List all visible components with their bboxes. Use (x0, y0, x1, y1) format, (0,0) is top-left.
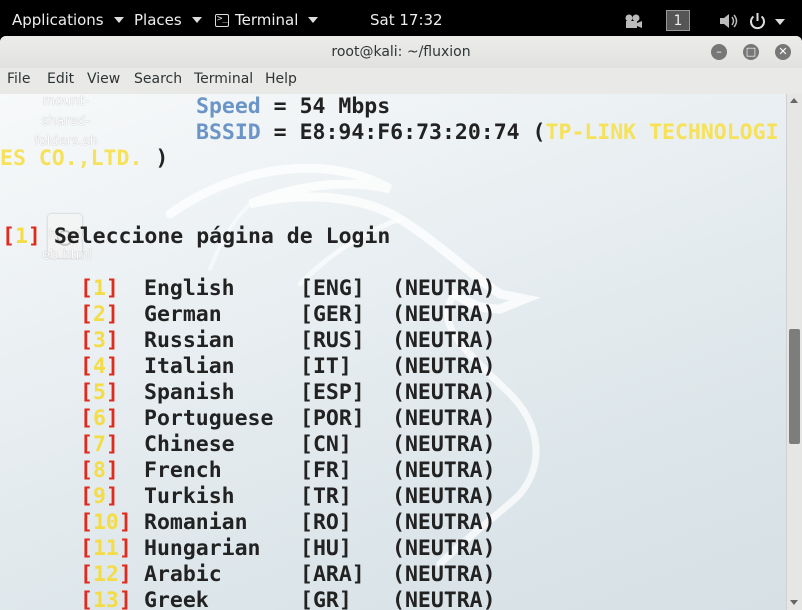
terminal-window: root@kali: ~/fluxion – □ ✕ File Edit Vie… (0, 36, 802, 610)
system-menu-chevron-icon[interactable] (775, 19, 785, 25)
chevron-down-icon (308, 17, 319, 23)
minimize-button[interactable]: – (711, 44, 727, 60)
workspace-indicator[interactable]: 1 (666, 10, 690, 31)
bssid-line: BSSID = E8:94:F6:73:20:74 (TP-LINK TECHN… (196, 120, 779, 146)
menu-edit[interactable]: Edit (47, 71, 74, 87)
terminal-app-menu[interactable]: >_ Terminal (215, 11, 319, 29)
menu-terminal[interactable]: Terminal (194, 71, 253, 87)
vendor-name-cont: ES CO.,LTD. (0, 146, 143, 171)
speed-value: = 54 Mbps (260, 94, 391, 119)
speed-line: Speed = 54 Mbps (196, 94, 390, 120)
vendor-close: ) (142, 146, 169, 171)
terminal-app-label: Terminal (235, 11, 299, 29)
volume-icon[interactable] (719, 13, 739, 29)
login-page-prompt: [1] Seleccione página de Login (2, 224, 391, 249)
menu-help[interactable]: Help (265, 71, 297, 87)
places-menu[interactable]: Places (134, 11, 202, 29)
bssid-label: BSSID (196, 120, 261, 145)
bssid-value: = E8:94:F6:73:20:74 ( (260, 120, 546, 145)
close-button[interactable]: ✕ (775, 44, 791, 60)
prompt-text: Seleccione página de Login (53, 224, 391, 249)
menu-view[interactable]: View (87, 71, 120, 87)
scroll-down-icon[interactable] (790, 600, 798, 605)
terminal-icon: >_ (215, 13, 229, 27)
clock[interactable]: Sat 17:32 (370, 11, 443, 29)
window-title: root@kali: ~/fluxion (331, 44, 471, 60)
power-icon[interactable] (749, 12, 766, 30)
menu-bar: File Edit View Search Terminal Help (0, 68, 802, 95)
chevron-down-icon (113, 17, 124, 23)
window-titlebar[interactable]: root@kali: ~/fluxion – □ ✕ (0, 36, 802, 68)
menu-search[interactable]: Search (134, 71, 182, 87)
terminal-output[interactable]: mount- shared- folders.sh hc...t/ eb.htm… (0, 94, 786, 610)
menu-file[interactable]: File (7, 71, 30, 87)
applications-label: Applications (12, 11, 104, 29)
applications-menu[interactable]: Applications (12, 11, 124, 29)
clock-label: Sat 17:32 (370, 11, 443, 29)
maximize-button[interactable]: □ (743, 44, 759, 60)
scroll-up-icon[interactable] (790, 98, 798, 103)
places-label: Places (134, 11, 182, 29)
vertical-scrollbar[interactable] (786, 94, 802, 610)
vendor-continuation-line: ES CO.,LTD. ) (0, 146, 168, 172)
speed-label: Speed (196, 94, 261, 119)
desktop-icon-label: mount- shared- folders.sh (34, 94, 98, 149)
vendor-name: TP-LINK TECHNOLOGI (545, 120, 779, 145)
video-camera-icon[interactable] (624, 13, 642, 29)
chevron-down-icon (191, 17, 202, 23)
scrollbar-thumb[interactable] (789, 329, 800, 444)
prompt-number: 1 (14, 224, 28, 249)
